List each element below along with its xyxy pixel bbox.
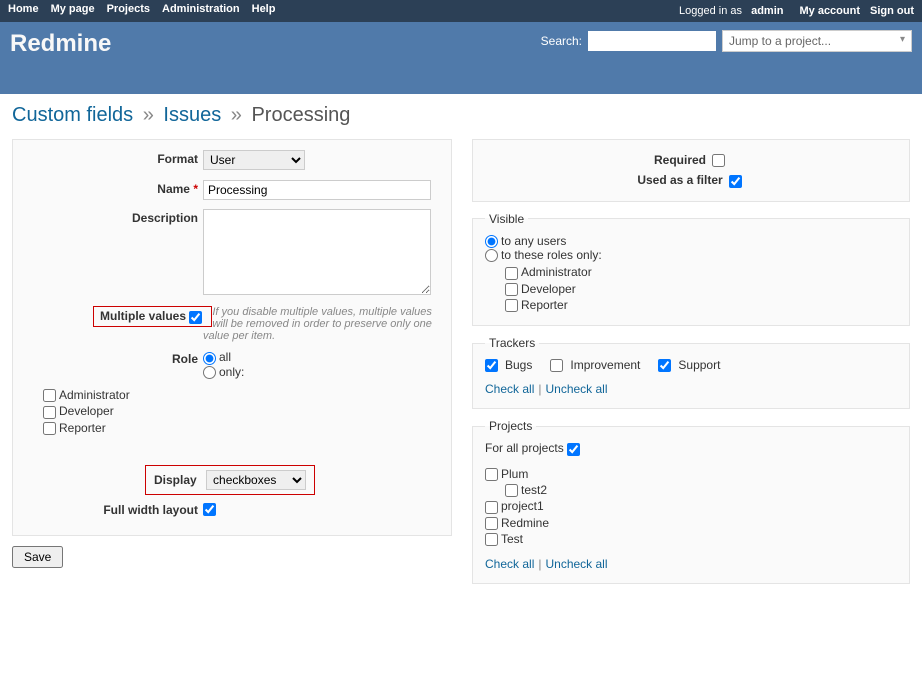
projects-check-all[interactable]: Check all: [485, 557, 534, 571]
breadcrumb-sep: »: [143, 104, 154, 126]
role-item[interactable]: Reporter: [43, 421, 106, 435]
role-all-option[interactable]: all: [203, 350, 231, 364]
project-item[interactable]: Redmine: [485, 516, 549, 530]
quick-search: Search: Jump to a project...: [541, 30, 912, 52]
role-item[interactable]: Administrator: [43, 388, 130, 402]
format-select[interactable]: User: [203, 150, 305, 170]
tracker-checkbox[interactable]: [658, 359, 671, 372]
left-box: Format User Name * Description Multiple …: [12, 139, 452, 536]
trackers-legend: Trackers: [485, 336, 539, 350]
breadcrumb-sep: »: [231, 104, 242, 126]
project-checkbox[interactable]: [485, 501, 498, 514]
visible-role-item[interactable]: Reporter: [505, 298, 568, 312]
tracker-item[interactable]: Bugs: [485, 358, 532, 372]
project-checkbox[interactable]: [485, 468, 498, 481]
multiple-values-hint: If you disable multiple values, multiple…: [203, 306, 433, 342]
breadcrumb-customfields[interactable]: Custom fields: [12, 104, 133, 126]
flags-box: Required Used as a filter: [472, 139, 910, 202]
name-label: Name *: [23, 180, 198, 196]
fullwidth-checkbox[interactable]: [203, 503, 216, 516]
nav-home[interactable]: Home: [8, 3, 39, 15]
top-menu-left: Home My page Projects Administration Hel…: [8, 3, 287, 19]
breadcrumb: Custom fields » Issues » Processing: [12, 104, 910, 127]
multiple-values-checkbox[interactable]: [189, 311, 202, 324]
search-input[interactable]: [588, 31, 716, 51]
save-button[interactable]: [12, 546, 63, 568]
description-textarea[interactable]: [203, 209, 431, 295]
visible-role-item[interactable]: Administrator: [505, 265, 592, 279]
multiple-values-label: Multiple values: [100, 309, 186, 323]
projects-uncheck-all[interactable]: Uncheck all: [545, 557, 607, 571]
breadcrumb-issues[interactable]: Issues: [163, 104, 221, 126]
project-item[interactable]: Plum: [485, 467, 528, 481]
visible-any-radio[interactable]: [485, 235, 498, 248]
required-label: Required: [654, 153, 706, 167]
format-label: Format: [23, 150, 198, 166]
trackers-fieldset: Trackers Bugs Improvement Support Check …: [472, 336, 910, 409]
header: Search: Jump to a project... Redmine: [0, 22, 922, 94]
top-menu-right: Logged in as admin My account Sign out: [679, 3, 914, 19]
tracker-checkbox[interactable]: [485, 359, 498, 372]
project-jump-select[interactable]: Jump to a project...: [722, 30, 912, 52]
main: Custom fields » Issues » Processing Form…: [0, 94, 922, 604]
nav-admin[interactable]: Administration: [162, 3, 240, 15]
top-menu: Home My page Projects Administration Hel…: [0, 0, 922, 22]
visible-role-checkbox[interactable]: [505, 267, 518, 280]
tracker-checkbox[interactable]: [550, 359, 563, 372]
loggedin-user-link[interactable]: admin: [751, 5, 783, 17]
role-checkbox[interactable]: [43, 389, 56, 402]
role-checkbox[interactable]: [43, 406, 56, 419]
trackers-check-all[interactable]: Check all: [485, 382, 534, 396]
filter-checkbox[interactable]: [729, 175, 742, 188]
search-label: Search:: [541, 34, 582, 48]
breadcrumb-current: Processing: [251, 104, 350, 126]
visible-fieldset: Visible to any users to these roles only…: [472, 212, 910, 327]
visible-any-option[interactable]: to any users: [485, 234, 566, 248]
role-only-option[interactable]: only:: [203, 365, 244, 379]
visible-role-checkbox[interactable]: [505, 299, 518, 312]
description-label: Description: [23, 209, 198, 225]
visible-roles-radio[interactable]: [485, 249, 498, 262]
project-item[interactable]: test2: [505, 483, 547, 497]
project-item[interactable]: Test: [485, 532, 523, 546]
nav-myaccount[interactable]: My account: [799, 5, 860, 17]
name-input[interactable]: [203, 180, 431, 200]
nav-signout[interactable]: Sign out: [870, 5, 914, 17]
trackers-uncheck-all[interactable]: Uncheck all: [545, 382, 607, 396]
tracker-item[interactable]: Support: [658, 358, 720, 372]
projects-fieldset: Projects For all projects Plum test2 pro…: [472, 419, 910, 584]
visible-legend: Visible: [485, 212, 528, 226]
project-checkbox[interactable]: [505, 484, 518, 497]
role-label: Role: [23, 350, 198, 366]
display-label: Display: [154, 473, 197, 487]
visible-roles-option[interactable]: to these roles only:: [485, 248, 602, 262]
nav-help[interactable]: Help: [252, 3, 276, 15]
tracker-item[interactable]: Improvement: [550, 358, 640, 372]
role-all-radio[interactable]: [203, 352, 216, 365]
role-checkbox[interactable]: [43, 422, 56, 435]
for-all-projects-label[interactable]: For all projects: [485, 441, 583, 455]
loggedin-text: Logged in as admin: [679, 5, 783, 17]
project-item[interactable]: project1: [485, 499, 544, 513]
nav-mypage[interactable]: My page: [51, 3, 95, 15]
required-checkbox[interactable]: [712, 154, 725, 167]
filter-label: Used as a filter: [637, 173, 722, 187]
role-only-radio[interactable]: [203, 366, 216, 379]
visible-role-item[interactable]: Developer: [505, 282, 576, 296]
visible-role-checkbox[interactable]: [505, 283, 518, 296]
project-checkbox[interactable]: [485, 517, 498, 530]
project-checkbox[interactable]: [485, 533, 498, 546]
nav-projects[interactable]: Projects: [107, 3, 150, 15]
fullwidth-label: Full width layout: [23, 501, 198, 517]
role-item[interactable]: Developer: [43, 404, 114, 418]
for-all-projects-checkbox[interactable]: [567, 443, 580, 456]
display-select[interactable]: checkboxes: [206, 470, 306, 490]
projects-legend: Projects: [485, 419, 536, 433]
